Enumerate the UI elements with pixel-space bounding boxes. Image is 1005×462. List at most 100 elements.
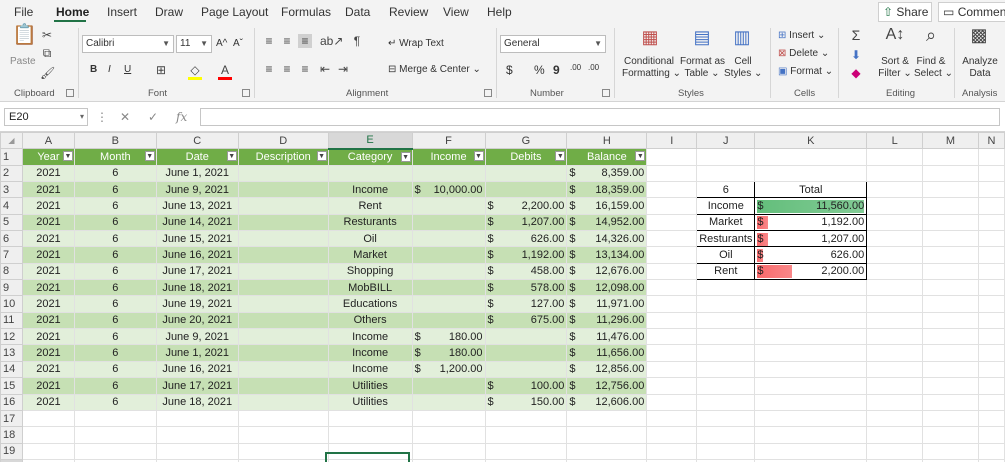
cell[interactable] (866, 328, 924, 346)
row-header[interactable]: 13 (0, 344, 23, 362)
cell[interactable] (696, 311, 756, 330)
date-cell[interactable]: June 18, 2021 (155, 279, 239, 297)
income-cell[interactable]: $1,200.00 (411, 360, 486, 379)
income-cell[interactable]: $180.00 (411, 344, 486, 362)
summary-value-cell[interactable]: $1,207.00 (754, 230, 868, 248)
column-header[interactable]: C (155, 132, 239, 150)
cell[interactable] (696, 409, 756, 428)
insert-cells-button[interactable]: ⊞ Insert ⌄ (778, 30, 825, 42)
currency-button[interactable]: $ (506, 64, 513, 76)
cell[interactable] (754, 164, 868, 183)
cell[interactable] (866, 442, 924, 460)
cell[interactable] (566, 426, 648, 444)
conditional-formatting-icon[interactable]: ▦ (640, 28, 660, 52)
table-header-cell[interactable]: Month ▼ (73, 148, 157, 166)
balance-cell[interactable]: $12,098.00 (566, 279, 648, 297)
category-cell[interactable] (327, 164, 413, 183)
cell[interactable] (21, 409, 75, 428)
month-cell[interactable]: 6 (73, 393, 157, 411)
borders-icon[interactable]: ⊞ (154, 63, 168, 77)
cell[interactable] (922, 181, 979, 199)
cell[interactable] (754, 409, 868, 428)
fill-color-icon[interactable]: ◇ (188, 63, 202, 80)
cell[interactable] (696, 164, 756, 183)
year-cell[interactable]: 2021 (21, 328, 75, 346)
cell[interactable] (866, 213, 924, 232)
menu-view[interactable]: View (443, 5, 469, 19)
cell[interactable] (922, 262, 979, 281)
row-header[interactable]: 3 (0, 181, 23, 199)
cell[interactable] (866, 148, 924, 166)
table-header-cell[interactable]: Description ▼ (237, 148, 329, 166)
debits-cell[interactable]: $2,200.00 (484, 197, 568, 215)
date-cell[interactable]: June 20, 2021 (155, 311, 239, 330)
number-format-select[interactable]: General ▼ (500, 35, 606, 53)
year-cell[interactable]: 2021 (21, 164, 75, 183)
cell[interactable] (754, 279, 868, 297)
date-cell[interactable]: June 17, 2021 (155, 262, 239, 281)
date-cell[interactable]: June 1, 2021 (155, 164, 239, 183)
balance-cell[interactable]: $11,971.00 (566, 295, 648, 313)
debits-cell[interactable] (484, 328, 568, 346)
debits-cell[interactable]: $150.00 (484, 393, 568, 411)
insert-function-icon[interactable]: fx (176, 110, 187, 124)
cell[interactable] (922, 344, 979, 362)
category-cell[interactable]: Income (327, 360, 413, 379)
align-right-icon[interactable]: ≡ (298, 62, 312, 76)
active-cell-selection[interactable] (325, 452, 410, 462)
debits-cell[interactable]: $578.00 (484, 279, 568, 297)
category-cell[interactable]: Market (327, 246, 413, 264)
income-cell[interactable] (411, 164, 486, 183)
cell[interactable] (977, 344, 1005, 362)
cell[interactable] (237, 409, 329, 428)
cell[interactable] (922, 164, 979, 183)
income-cell[interactable]: $180.00 (411, 328, 486, 346)
enter-icon[interactable]: ✓ (148, 110, 158, 124)
cell[interactable] (73, 426, 157, 444)
cell[interactable] (977, 426, 1005, 444)
cell[interactable] (646, 148, 698, 166)
clear-icon[interactable]: ◆ (848, 66, 864, 80)
category-cell[interactable]: Resturants (327, 213, 413, 232)
format-as-table-button[interactable]: Format as Table ⌄ (680, 56, 725, 80)
cell[interactable] (646, 311, 698, 330)
italic-button[interactable]: I (108, 64, 111, 76)
font-launcher-icon[interactable] (242, 89, 250, 97)
income-cell[interactable] (411, 246, 486, 264)
filter-dropdown-icon[interactable]: ▼ (62, 151, 73, 162)
analyze-data-button[interactable]: Analyze Data (960, 56, 1000, 80)
cell[interactable] (977, 197, 1005, 215)
cell[interactable] (646, 360, 698, 379)
cut-icon[interactable]: ✂ (40, 28, 54, 42)
cell[interactable] (646, 230, 698, 248)
menu-insert[interactable]: Insert (107, 5, 137, 19)
summary-label-cell[interactable]: Rent (696, 262, 756, 281)
cell[interactable] (155, 442, 239, 460)
percent-button[interactable]: % (534, 64, 545, 76)
cell[interactable] (977, 393, 1005, 411)
table-header-cell[interactable]: Balance ▼ (566, 148, 648, 166)
date-cell[interactable]: June 13, 2021 (155, 197, 239, 215)
category-cell[interactable]: Income (327, 328, 413, 346)
cell[interactable] (646, 197, 698, 215)
comments-button[interactable]: ▭ Comment (938, 2, 1005, 22)
cell[interactable] (327, 426, 413, 444)
year-cell[interactable]: 2021 (21, 279, 75, 297)
balance-cell[interactable]: $11,296.00 (566, 311, 648, 330)
cell[interactable] (922, 279, 979, 297)
category-cell[interactable]: Educations (327, 295, 413, 313)
month-cell[interactable]: 6 (73, 262, 157, 281)
cell-styles-button[interactable]: Cell Styles ⌄ (724, 56, 762, 80)
cell[interactable] (754, 377, 868, 395)
increase-indent-icon[interactable]: ⇥ (336, 62, 350, 76)
debits-cell[interactable]: $458.00 (484, 262, 568, 281)
menu-help[interactable]: Help (487, 5, 512, 19)
cell[interactable] (21, 426, 75, 444)
cell[interactable] (237, 442, 329, 460)
cell[interactable] (866, 164, 924, 183)
decrease-decimal-button[interactable]: .00 (588, 62, 599, 74)
category-cell[interactable]: MobBILL (327, 279, 413, 297)
cell[interactable] (977, 246, 1005, 264)
description-cell[interactable] (237, 246, 329, 264)
cell[interactable] (866, 409, 924, 428)
